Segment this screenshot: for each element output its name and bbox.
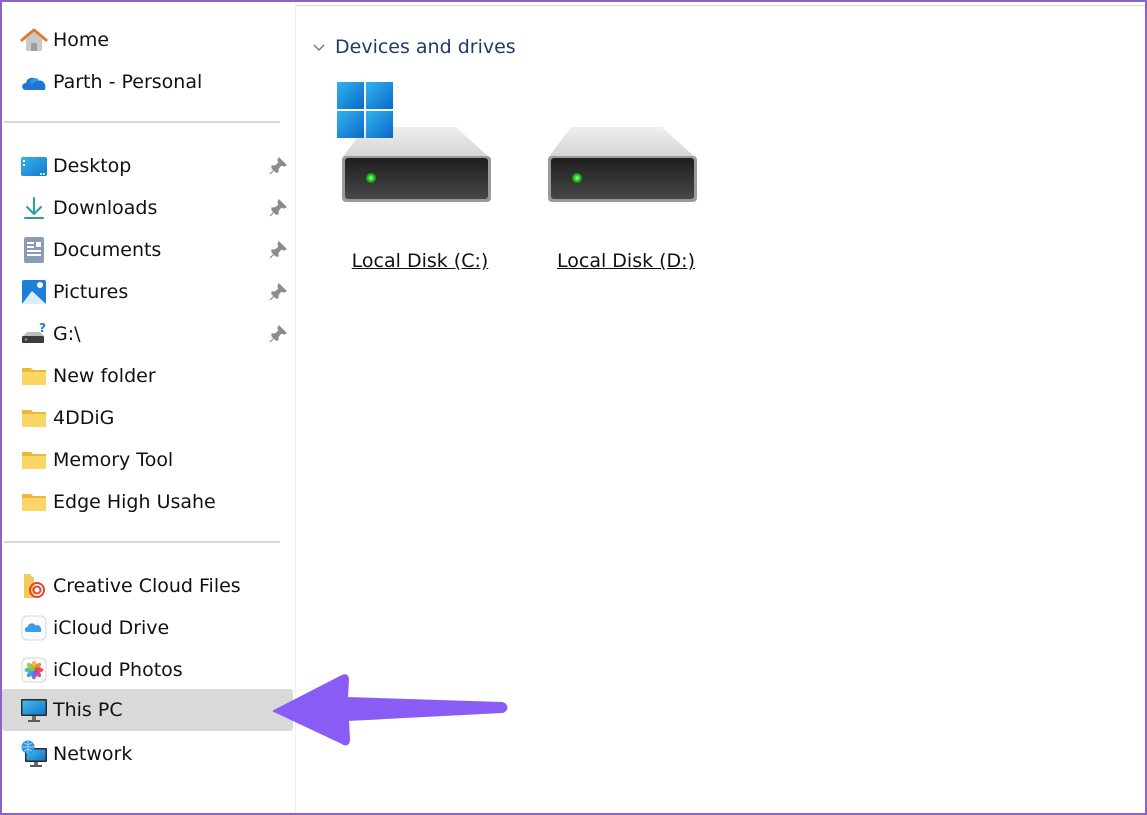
sidebar-item-label: G:\ xyxy=(53,323,81,345)
monitor-icon xyxy=(20,696,48,724)
sidebar-item-label: Creative Cloud Files xyxy=(53,575,241,597)
folder-icon xyxy=(20,404,48,432)
unknown-drive-icon: ? xyxy=(20,320,48,348)
drive-label[interactable]: Local Disk (C:) xyxy=(335,250,505,272)
sidebar-item-label: Edge High Usahe xyxy=(53,491,216,513)
sidebar-item-home[interactable]: Home xyxy=(2,19,293,61)
section-title: Devices and drives xyxy=(335,36,516,58)
sidebar-item-this-pc[interactable]: This PC xyxy=(2,689,293,731)
sidebar-item-creative-cloud-files[interactable]: Creative Cloud Files xyxy=(2,565,293,607)
document-icon xyxy=(20,236,48,264)
sidebar-item-memory-tool[interactable]: Memory Tool xyxy=(2,439,293,481)
sidebar-item-documents[interactable]: Documents xyxy=(2,229,293,271)
sidebar-item-label: iCloud Photos xyxy=(53,659,183,681)
navigation-pane: Home Parth - Personal Desktop Downloads … xyxy=(2,0,296,813)
desktop-icon xyxy=(20,152,48,180)
sidebar-item-label: Home xyxy=(53,29,110,51)
home-icon xyxy=(20,26,48,54)
sidebar-item-4ddig[interactable]: 4DDiG xyxy=(2,397,293,439)
network-icon xyxy=(20,740,48,768)
pin-icon[interactable] xyxy=(268,156,288,176)
sidebar-item-label: Downloads xyxy=(53,197,158,219)
pin-icon[interactable] xyxy=(268,240,288,260)
sidebar-item-edge-high-usahe[interactable]: Edge High Usahe xyxy=(2,481,293,523)
sidebar-divider xyxy=(4,541,280,543)
pin-icon[interactable] xyxy=(268,282,288,302)
sidebar-item-icloud-drive[interactable]: iCloud Drive xyxy=(2,607,293,649)
sidebar-item-label: Network xyxy=(53,743,133,765)
sidebar-item-label: This PC xyxy=(53,699,123,721)
sidebar-item-network[interactable]: Network xyxy=(2,733,293,775)
pin-icon[interactable] xyxy=(268,324,288,344)
sidebar-item-label: Pictures xyxy=(53,281,129,303)
download-arrow-icon xyxy=(20,194,48,222)
sidebar-item-label: 4DDiG xyxy=(53,407,115,429)
icloud-drive-icon xyxy=(20,614,48,642)
sidebar-item-onedrive-personal[interactable]: Parth - Personal xyxy=(2,61,293,103)
icloud-photos-icon xyxy=(20,656,48,684)
drive-d[interactable]: Local Disk (D:) xyxy=(541,80,711,280)
folder-icon xyxy=(20,362,48,390)
hard-drive-icon xyxy=(548,127,697,202)
sidebar-item-label: Desktop xyxy=(53,155,132,177)
svg-text:?: ? xyxy=(39,322,46,335)
windows-logo-icon xyxy=(337,82,393,138)
devices-and-drives-header[interactable]: Devices and drives xyxy=(311,36,516,58)
pictures-icon xyxy=(20,278,48,306)
sidebar-item-downloads[interactable]: Downloads xyxy=(2,187,293,229)
sidebar-item-desktop[interactable]: Desktop xyxy=(2,145,293,187)
folder-icon xyxy=(20,446,48,474)
drive-c[interactable]: Local Disk (C:) xyxy=(335,80,505,280)
sidebar-item-icloud-photos[interactable]: iCloud Photos xyxy=(2,649,293,691)
sidebar-item-g-drive[interactable]: ? G:\ xyxy=(2,313,293,355)
sidebar-item-pictures[interactable]: Pictures xyxy=(2,271,293,313)
sidebar-divider xyxy=(4,121,280,123)
sidebar-item-label: iCloud Drive xyxy=(53,617,170,639)
sidebar-item-new-folder[interactable]: New folder xyxy=(2,355,293,397)
drive-label[interactable]: Local Disk (D:) xyxy=(541,250,711,272)
chevron-down-icon xyxy=(313,44,325,51)
sidebar-item-label: New folder xyxy=(53,365,156,387)
sidebar-item-label: Documents xyxy=(53,239,162,261)
annotation-arrow-icon xyxy=(273,674,508,746)
pin-icon[interactable] xyxy=(268,198,288,218)
sidebar-item-label: Parth - Personal xyxy=(53,71,203,93)
onedrive-cloud-icon xyxy=(20,68,48,96)
folder-icon xyxy=(20,488,48,516)
creative-cloud-folder-icon xyxy=(20,572,48,600)
sidebar-item-label: Memory Tool xyxy=(53,449,174,471)
